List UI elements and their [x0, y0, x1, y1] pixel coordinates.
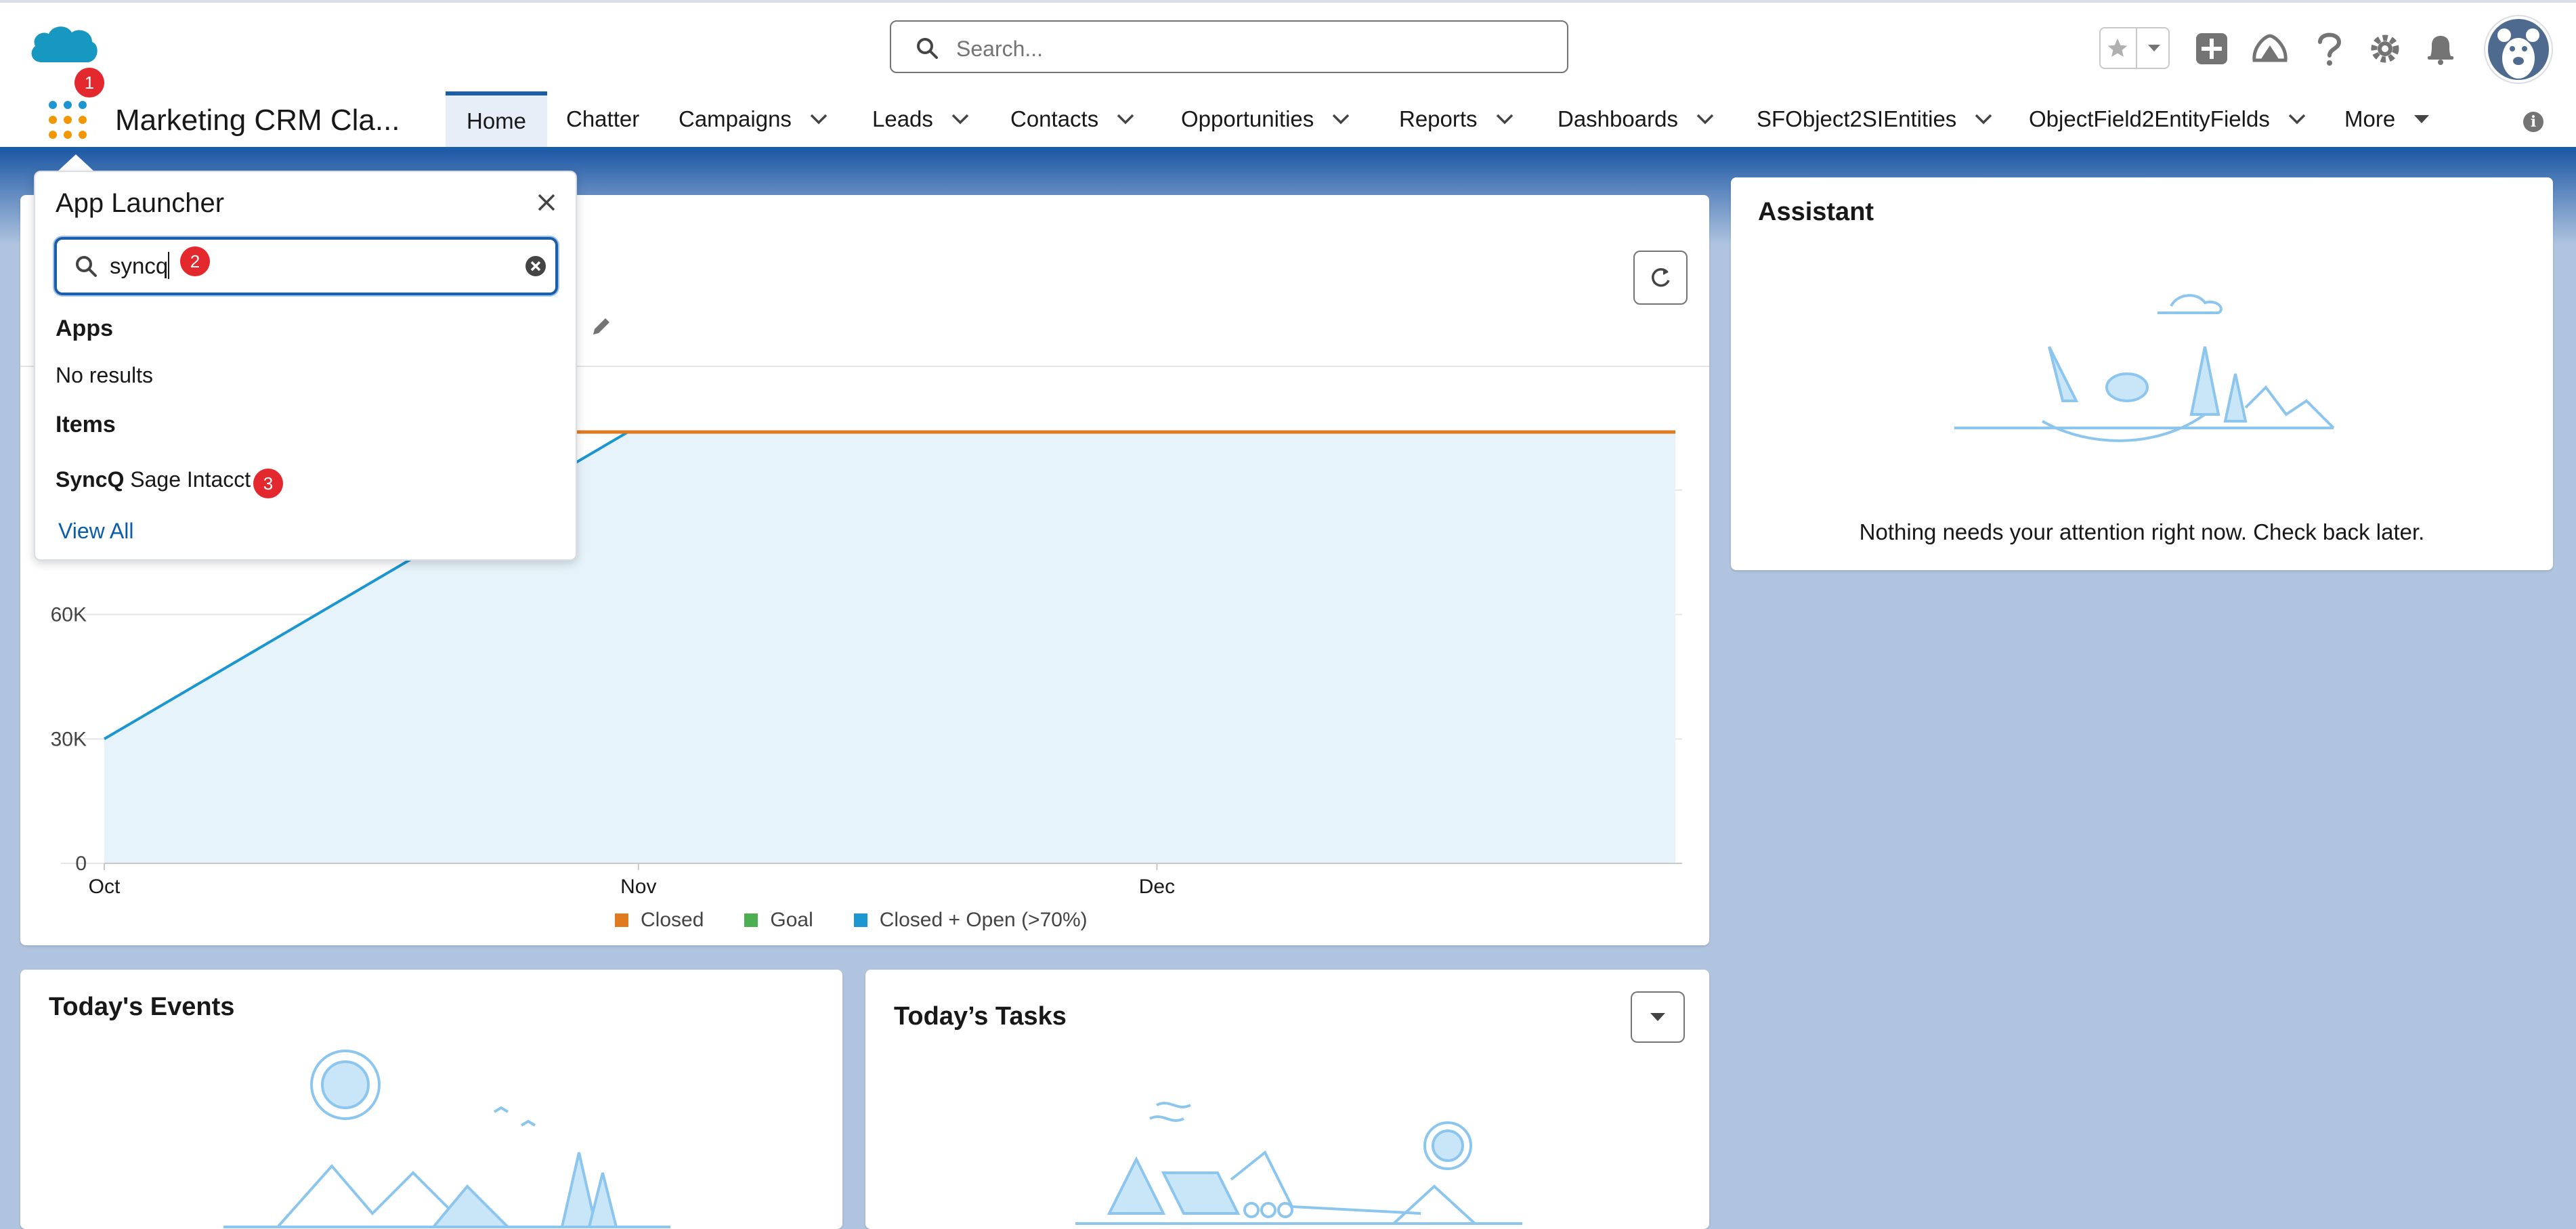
chevron-down-icon[interactable] [1331, 113, 1350, 125]
global-search-input[interactable]: Search... [890, 20, 1568, 73]
chevron-down-icon[interactable] [809, 113, 828, 125]
app-launcher-panel: App Launcher syncq Apps No results Items… [34, 171, 577, 561]
search-icon [76, 256, 97, 277]
edit-pencil-icon[interactable] [589, 314, 614, 339]
step-badge-3: 3 [253, 469, 283, 498]
tasks-dropdown-button[interactable] [1631, 991, 1685, 1043]
launcher-item-syncq-sage-intacct[interactable]: SyncQ Sage Intacct [56, 467, 251, 492]
search-placeholder: Search... [956, 37, 1044, 61]
tab-more[interactable]: More [2344, 91, 2430, 147]
global-header: Search... [0, 0, 2576, 91]
info-icon[interactable]: i [2523, 112, 2543, 132]
apps-no-results: No results [56, 363, 154, 387]
chevron-down-icon[interactable] [1495, 113, 1514, 125]
avatar[interactable] [2485, 16, 2552, 83]
trailhead-icon[interactable] [2250, 28, 2290, 69]
chevron-down-icon[interactable] [1696, 113, 1715, 125]
tasks-title: Today’s Tasks [894, 1002, 1067, 1031]
favorites-star-icon[interactable] [2101, 28, 2134, 68]
chevron-down-icon[interactable] [2288, 113, 2306, 125]
camping-illustration [223, 1050, 670, 1228]
y-tick-label: 60K [51, 604, 87, 626]
chart-legend: Closed Goal Closed + Open (>70%) [615, 909, 1088, 932]
tab-objectfield2entityfields[interactable]: ObjectField2EntityFields [2029, 91, 2306, 147]
navigation-bar: Marketing CRM Cla... Home Chatter Campai… [0, 91, 2576, 150]
refresh-button[interactable] [1633, 251, 1688, 305]
favorites-button[interactable] [2099, 27, 2170, 69]
legend-item-closed[interactable]: Closed [615, 909, 704, 932]
chevron-down-icon[interactable] [951, 113, 970, 125]
tab-home[interactable]: Home [446, 91, 547, 147]
y-tick-label: 30K [51, 728, 87, 750]
app-launcher-icon[interactable] [49, 101, 87, 139]
events-title: Today's Events [49, 993, 235, 1021]
launcher-search-input[interactable]: syncq [54, 237, 558, 295]
caret-down-icon [1650, 1013, 1665, 1021]
assistant-message: Nothing needs your attention right now. … [1859, 519, 2425, 544]
refresh-icon [1652, 267, 1670, 287]
x-tick-label: Dec [1139, 876, 1175, 898]
app-name: Marketing CRM Cla... [115, 104, 400, 137]
launcher-search-value: syncq [110, 253, 169, 278]
salesforce-logo[interactable] [27, 22, 100, 73]
todays-events-card: Today's Events [20, 970, 842, 1229]
add-icon[interactable] [2191, 28, 2232, 69]
step-badge-2: 2 [180, 246, 210, 276]
view-all-link[interactable]: View All [58, 519, 133, 544]
tab-opportunities[interactable]: Opportunities [1181, 91, 1350, 147]
legend-item-goal[interactable]: Goal [744, 909, 813, 932]
close-icon[interactable] [536, 192, 557, 213]
notifications-bell-icon[interactable] [2420, 28, 2461, 69]
legend-item-closed-open[interactable]: Closed + Open (>70%) [853, 909, 1088, 932]
y-tick-label: 0 [75, 853, 87, 875]
apps-heading: Apps [56, 316, 113, 341]
tab-contacts[interactable]: Contacts [1010, 91, 1135, 147]
chevron-down-icon[interactable] [1116, 113, 1135, 125]
tab-chatter[interactable]: Chatter [566, 91, 639, 147]
assistant-title: Assistant [1758, 198, 1874, 226]
text-cursor [168, 252, 169, 279]
tab-sfobject2sientities[interactable]: SFObject2SIEntities [1757, 91, 1993, 147]
tab-reports[interactable]: Reports [1399, 91, 1514, 147]
chevron-down-icon[interactable] [2137, 28, 2171, 68]
x-tick-label: Nov [620, 876, 656, 898]
tab-leads[interactable]: Leads [872, 91, 970, 147]
setup-gear-icon[interactable] [2365, 28, 2405, 69]
launcher-title: App Launcher [56, 188, 225, 218]
hammock-illustration [1954, 294, 2335, 442]
tab-dashboards[interactable]: Dashboards [1558, 91, 1715, 147]
x-tick-label: Oct [89, 876, 121, 898]
campfire-illustration [1075, 1102, 1522, 1225]
search-icon [917, 38, 938, 59]
tab-campaigns[interactable]: Campaigns [679, 91, 828, 147]
caret-down-icon[interactable] [2413, 114, 2430, 125]
clear-search-icon[interactable] [524, 255, 547, 278]
launcher-notch [57, 154, 95, 172]
help-icon[interactable] [2309, 28, 2350, 69]
step-badge-1: 1 [74, 68, 104, 98]
todays-tasks-card: Today’s Tasks [865, 970, 1709, 1229]
items-heading: Items [56, 412, 116, 437]
assistant-card: Assistant Nothing needs your attention r… [1731, 177, 2553, 570]
chevron-down-icon[interactable] [1974, 113, 1993, 125]
